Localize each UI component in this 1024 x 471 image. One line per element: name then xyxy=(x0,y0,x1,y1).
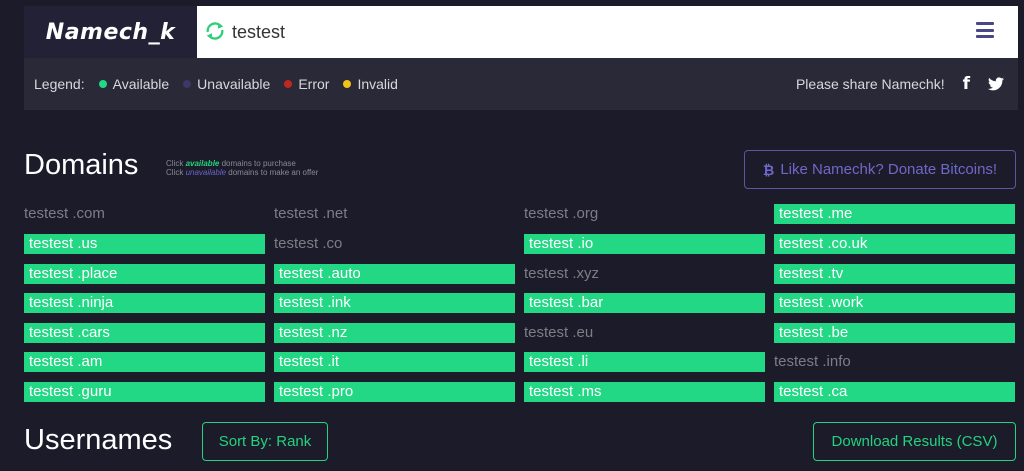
domain-item[interactable]: testest .co xyxy=(274,234,515,254)
legend-label: Legend: xyxy=(34,76,85,92)
domain-item[interactable]: testest .place xyxy=(24,264,265,284)
domain-item[interactable]: testest .net xyxy=(274,204,515,224)
refresh-icon xyxy=(206,22,224,40)
logo-text[interactable]: Namech_k xyxy=(46,20,175,45)
domains-hint: Click available domains to purchase Clic… xyxy=(166,159,319,177)
domain-item[interactable]: testest .nz xyxy=(274,323,515,343)
domain-item[interactable]: testest .bar xyxy=(524,293,765,313)
domain-item[interactable]: testest .io xyxy=(524,234,765,254)
domain-item[interactable]: testest .us xyxy=(24,234,265,254)
donate-bitcoins-button[interactable]: ₿ Like Namechk? Donate Bitcoins! xyxy=(744,150,1016,189)
domain-item[interactable]: testest .cars xyxy=(24,323,265,343)
domain-item[interactable]: testest .info xyxy=(774,352,1015,372)
hamburger-menu-icon[interactable] xyxy=(976,22,994,38)
share-area: Please share Namechk! f xyxy=(796,58,1004,110)
domain-item[interactable]: testest .guru xyxy=(24,382,265,402)
domain-item[interactable]: testest .xyz xyxy=(524,264,765,284)
available-dot-icon xyxy=(98,80,107,88)
twitter-icon[interactable] xyxy=(988,77,1004,91)
legend: Legend: Available Unavailable Error Inva… xyxy=(34,58,398,110)
legend-item-invalid: Invalid xyxy=(343,76,398,92)
error-dot-icon xyxy=(284,80,293,88)
domain-item[interactable]: testest .eu xyxy=(524,323,765,343)
domain-item[interactable]: testest .ms xyxy=(524,382,765,402)
legend-bar: Legend: Available Unavailable Error Inva… xyxy=(24,58,1018,110)
invalid-dot-icon xyxy=(343,80,352,88)
domain-item[interactable]: testest .it xyxy=(274,352,515,372)
domain-item[interactable]: testest .work xyxy=(774,293,1015,313)
facebook-icon[interactable]: f xyxy=(963,74,970,94)
domain-item[interactable]: testest .be xyxy=(774,323,1015,343)
domains-title: Domains xyxy=(24,149,139,181)
usernames-title: Usernames xyxy=(24,424,173,456)
domain-item[interactable]: testest .am xyxy=(24,352,265,372)
domain-item[interactable]: testest .auto xyxy=(274,264,515,284)
domain-item[interactable]: testest .pro xyxy=(274,382,515,402)
donate-label: Like Namechk? Donate Bitcoins! xyxy=(780,161,998,178)
domain-item[interactable]: testest .org xyxy=(524,204,765,224)
unavailable-dot-icon xyxy=(183,80,192,88)
domain-item[interactable]: testest .com xyxy=(24,204,265,224)
legend-item-unavailable: Unavailable xyxy=(183,76,270,92)
top-bar: Namech_k xyxy=(24,6,1018,58)
domain-item[interactable]: testest .ca xyxy=(774,382,1015,402)
legend-item-available: Available xyxy=(98,76,169,92)
share-text: Please share Namechk! xyxy=(795,76,945,92)
sort-by-button[interactable]: Sort By: Rank xyxy=(202,422,328,461)
domain-item[interactable]: testest .li xyxy=(524,352,765,372)
download-csv-button[interactable]: Download Results (CSV) xyxy=(813,422,1016,461)
bitcoin-icon: ₿ xyxy=(762,161,775,178)
domain-item[interactable]: testest .ink xyxy=(274,293,515,313)
domain-item[interactable]: testest .tv xyxy=(774,264,1015,284)
domain-item[interactable]: testest .co.uk xyxy=(774,234,1015,254)
domain-item[interactable]: testest .me xyxy=(774,204,1015,224)
legend-item-error: Error xyxy=(284,76,329,92)
logo[interactable]: Namech_k xyxy=(24,6,197,58)
domain-item[interactable]: testest .ninja xyxy=(24,293,265,313)
search-input[interactable] xyxy=(232,16,952,48)
